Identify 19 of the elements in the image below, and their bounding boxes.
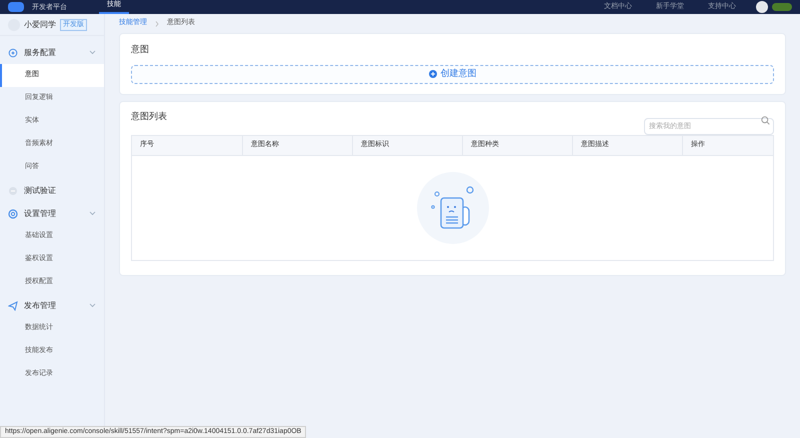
empty-document-drawing [416, 172, 488, 244]
verified-badge-icon [772, 3, 792, 11]
sidebar-group[interactable]: 设置管理 [0, 202, 104, 225]
logo-icon [8, 2, 24, 12]
settings-icon [8, 208, 18, 218]
circle-icon [8, 186, 18, 196]
paper-plane-icon [8, 300, 18, 310]
card-title: 意图 [131, 43, 150, 56]
skill-name: 小爱同学 [24, 18, 56, 30]
create-intent-button[interactable]: 创建意图 [131, 64, 774, 84]
sidebar-group[interactable]: 测试验证 [0, 179, 104, 202]
sidebar-group[interactable]: 发布管理 [0, 294, 104, 317]
search-icon [761, 116, 770, 124]
plus-circle-icon [8, 48, 18, 58]
sidebar-group[interactable]: 服务配置 [0, 41, 104, 64]
card-title: 意图列表 [131, 110, 167, 122]
chevron-right-icon [155, 20, 159, 26]
plus-circle-icon [428, 70, 436, 78]
avatar[interactable] [756, 1, 768, 13]
